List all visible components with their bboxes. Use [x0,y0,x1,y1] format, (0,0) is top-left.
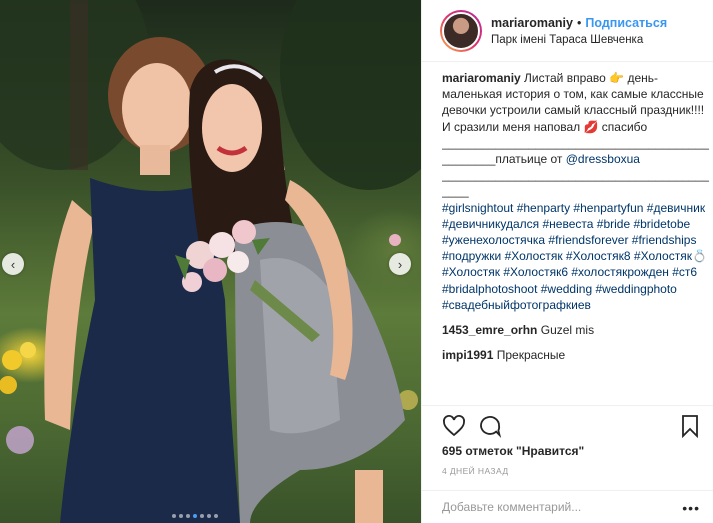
instagram-post: ‹ › mariaromaniy • Подписаться Парк імен… [0,0,713,523]
dress-mention-link[interactable]: @dressboxua [566,152,640,166]
follow-button[interactable]: Подписаться [585,16,667,30]
add-comment-bar: ••• [422,490,713,523]
carousel-indicator [172,514,218,518]
carousel-dot [172,514,176,518]
comment-item: impi1991 Прекрасные [442,347,710,363]
likes-count[interactable]: 695 отметок "Нравится" [442,444,584,458]
caption-dress-prefix: ________платьице от [442,152,563,167]
caption-divider-2: ________________________________________… [442,168,709,199]
comment-text: Guzel mis [540,323,595,338]
carousel-dot [214,514,218,518]
comment-username[interactable]: 1453_emre_orhn [442,323,537,337]
bookmark-icon[interactable] [678,414,702,438]
header-text: mariaromaniy • Подписаться Парк імені Та… [491,16,667,46]
post-photo[interactable]: ‹ › [0,0,421,523]
avatar[interactable] [440,9,482,52]
photo-illustration [0,0,421,523]
comment-text: Прекрасные [496,348,566,363]
caption-username[interactable]: mariaromaniy [442,71,521,85]
post-header: mariaromaniy • Подписаться Парк імені Та… [422,0,713,62]
carousel-dot [207,514,211,518]
more-options-icon[interactable]: ••• [682,500,700,516]
heart-icon[interactable] [442,414,466,438]
speech-bubble-icon[interactable] [478,414,502,438]
caption-hashtags[interactable]: #girlsnightout #henparty #henpartyfun #д… [442,200,710,313]
carousel-prev-button[interactable]: ‹ [2,253,24,275]
post-timestamp[interactable]: 4 ДНЕЙ НАЗАД [442,466,508,476]
header-separator: • [576,15,582,30]
comment-input[interactable] [442,500,672,514]
caption: mariaromaniy Листай вправо 👉 день-малень… [442,70,710,135]
avatar-image [442,11,480,50]
carousel-dot [200,514,204,518]
comments-section[interactable]: mariaromaniy Листай вправо 👉 день-малень… [442,70,710,403]
carousel-dot [193,514,197,518]
carousel-dot [179,514,183,518]
caption-divider-1: ________________________________________ [442,135,709,150]
post-side-panel: mariaromaniy • Подписаться Парк імені Та… [421,0,713,523]
location-link[interactable]: Парк імені Тараса Шевченка [491,34,667,46]
carousel-next-button[interactable]: › [389,253,411,275]
comment-username[interactable]: impi1991 [442,348,493,362]
action-bar [422,405,713,445]
carousel-dot [186,514,190,518]
comment-item: 1453_emre_orhn Guzel mis [442,322,710,338]
header-user-row: mariaromaniy • Подписаться [491,16,667,30]
caption-dress-line: ________платьице от @dressboxua [442,151,710,167]
header-username[interactable]: mariaromaniy [491,16,573,30]
